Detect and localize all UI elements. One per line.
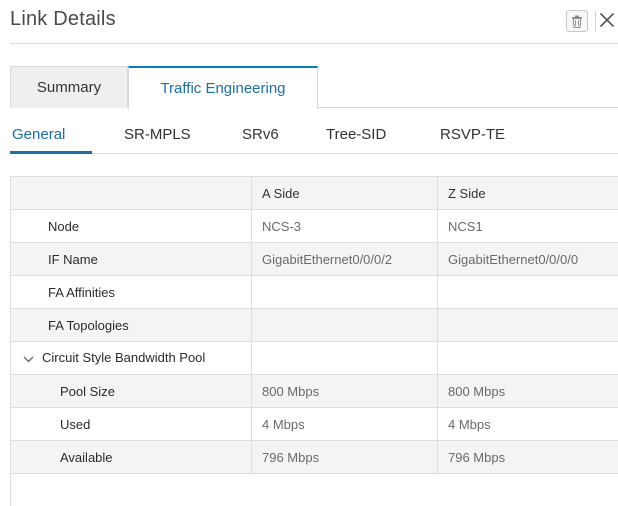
table-row: Pool Size 800 Mbps 800 Mbps [10, 374, 618, 408]
column-header-a-side: A Side [251, 176, 438, 210]
z-side-value: 4 Mbps [437, 407, 618, 441]
a-side-value: NCS-3 [251, 209, 438, 243]
z-side-value [437, 275, 618, 309]
trash-icon [572, 15, 582, 28]
subtab-sr-mpls[interactable]: SR-MPLS [124, 126, 191, 143]
row-label: Used [10, 407, 252, 441]
close-icon [599, 12, 615, 28]
row-label: Available [10, 440, 252, 474]
tab-summary[interactable]: Summary [10, 66, 128, 108]
subtab-srv6[interactable]: SRv6 [242, 126, 279, 143]
group-row-label[interactable]: Circuit Style Bandwidth Pool [10, 341, 252, 375]
sub-tabs: General SR-MPLS SRv6 Tree-SID RSVP-TE [10, 120, 618, 154]
z-side-value: 796 Mbps [437, 440, 618, 474]
column-header-z-side: Z Side [437, 176, 618, 210]
table-row: IF Name GigabitEthernet0/0/0/2 GigabitEt… [10, 242, 618, 276]
table-row: FA Topologies [10, 308, 618, 342]
subtab-tree-sid[interactable]: Tree-SID [326, 126, 386, 143]
column-header-attribute [10, 176, 252, 210]
active-subtab-indicator [10, 151, 92, 154]
row-label: IF Name [10, 242, 252, 276]
table-row: Used 4 Mbps 4 Mbps [10, 407, 618, 441]
subtab-general[interactable]: General [12, 126, 65, 143]
row-label: FA Affinities [10, 275, 252, 309]
row-label: Node [10, 209, 252, 243]
row-label: Pool Size [10, 374, 252, 408]
chevron-down-icon[interactable] [23, 351, 34, 366]
z-side-value: GigabitEthernet0/0/0/0 [437, 242, 618, 276]
header-divider [595, 11, 596, 31]
table-row: Available 796 Mbps 796 Mbps [10, 440, 618, 474]
dialog-title: Link Details [10, 8, 116, 30]
subtab-rsvp-te[interactable]: RSVP-TE [440, 126, 505, 143]
table-row: Node NCS-3 NCS1 [10, 209, 618, 243]
a-side-value [251, 341, 438, 375]
z-side-value: NCS1 [437, 209, 618, 243]
link-details-table-container: A Side Z Side Node NCS-3 NCS1 IF Name Gi… [10, 176, 618, 474]
dialog-header: Link Details [10, 0, 618, 44]
table-row-group-circuit-style[interactable]: Circuit Style Bandwidth Pool [10, 341, 618, 375]
row-label: FA Topologies [10, 308, 252, 342]
tab-traffic-engineering[interactable]: Traffic Engineering [128, 66, 318, 109]
z-side-value [437, 341, 618, 375]
group-row-text: Circuit Style Bandwidth Pool [42, 349, 206, 365]
a-side-value: 4 Mbps [251, 407, 438, 441]
a-side-value [251, 275, 438, 309]
main-tabs: Summary Traffic Engineering [10, 66, 618, 109]
z-side-value [437, 308, 618, 342]
a-side-value: GigabitEthernet0/0/0/2 [251, 242, 438, 276]
link-details-table: A Side Z Side Node NCS-3 NCS1 IF Name Gi… [10, 176, 618, 474]
close-button[interactable] [598, 9, 616, 31]
z-side-value: 800 Mbps [437, 374, 618, 408]
a-side-value [251, 308, 438, 342]
table-header-row: A Side Z Side [10, 176, 618, 210]
a-side-value: 800 Mbps [251, 374, 438, 408]
a-side-value: 796 Mbps [251, 440, 438, 474]
table-row: FA Affinities [10, 275, 618, 309]
delete-button[interactable] [566, 10, 588, 32]
